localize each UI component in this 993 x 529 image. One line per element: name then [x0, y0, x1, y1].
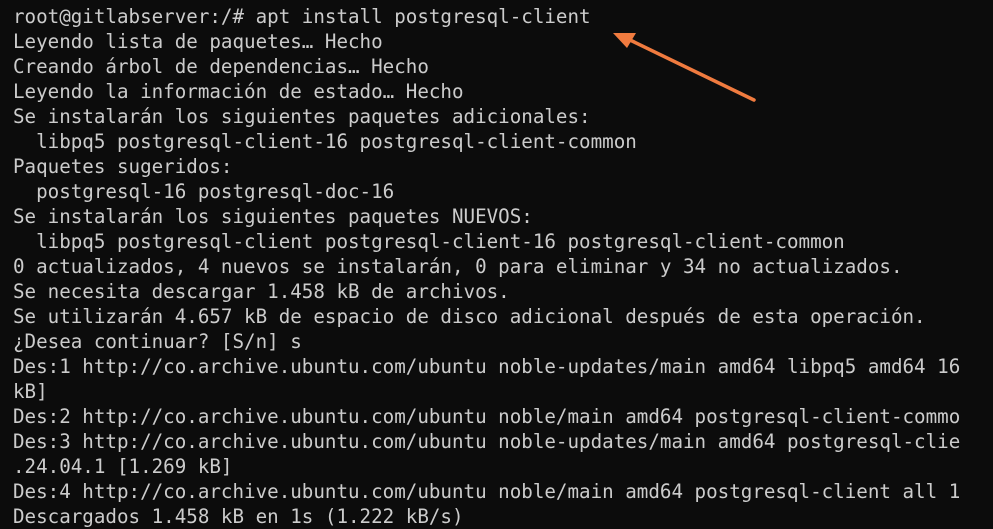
terminal-line-prompt: root@gitlabserver:/# apt install postgre…	[13, 5, 591, 28]
terminal-line: Des:4 http://co.archive.ubuntu.com/ubunt…	[13, 480, 961, 503]
terminal-line: Leyendo la información de estado… Hecho	[13, 80, 464, 103]
terminal-line: Se necesita descargar 1.458 kB de archiv…	[13, 280, 510, 303]
terminal-line: Se instalarán los siguientes paquetes ad…	[13, 105, 591, 128]
terminal-line: Des:1 http://co.archive.ubuntu.com/ubunt…	[13, 355, 961, 378]
terminal-line: Des:2 http://co.archive.ubuntu.com/ubunt…	[13, 405, 961, 428]
terminal-line: postgresql-16 postgresql-doc-16	[13, 180, 395, 203]
terminal-line: 0 actualizados, 4 nuevos se instalarán, …	[13, 255, 903, 278]
terminal-line: libpq5 postgresql-client-16 postgresql-c…	[13, 130, 637, 153]
terminal-output: root@gitlabserver:/# apt install postgre…	[13, 4, 960, 529]
terminal-line: Se instalarán los siguientes paquetes NU…	[13, 205, 533, 228]
terminal-line: Creando árbol de dependencias… Hecho	[13, 55, 429, 78]
terminal-line: Descargados 1.458 kB en 1s (1.222 kB/s)	[13, 505, 464, 528]
terminal-line: libpq5 postgresql-client postgresql-clie…	[13, 230, 845, 253]
terminal-line: Des:3 http://co.archive.ubuntu.com/ubunt…	[13, 430, 961, 453]
terminal-line: .24.04.1 [1.269 kB]	[13, 455, 233, 478]
terminal-window[interactable]: root@gitlabserver:/# apt install postgre…	[0, 0, 993, 529]
terminal-line: kB]	[13, 380, 48, 403]
terminal-line-confirm: ¿Desea continuar? [S/n] s	[13, 330, 302, 353]
terminal-line: Se utilizarán 4.657 kB de espacio de dis…	[13, 305, 926, 328]
terminal-line: Leyendo lista de paquetes… Hecho	[13, 30, 383, 53]
terminal-line: Paquetes sugeridos:	[13, 155, 233, 178]
